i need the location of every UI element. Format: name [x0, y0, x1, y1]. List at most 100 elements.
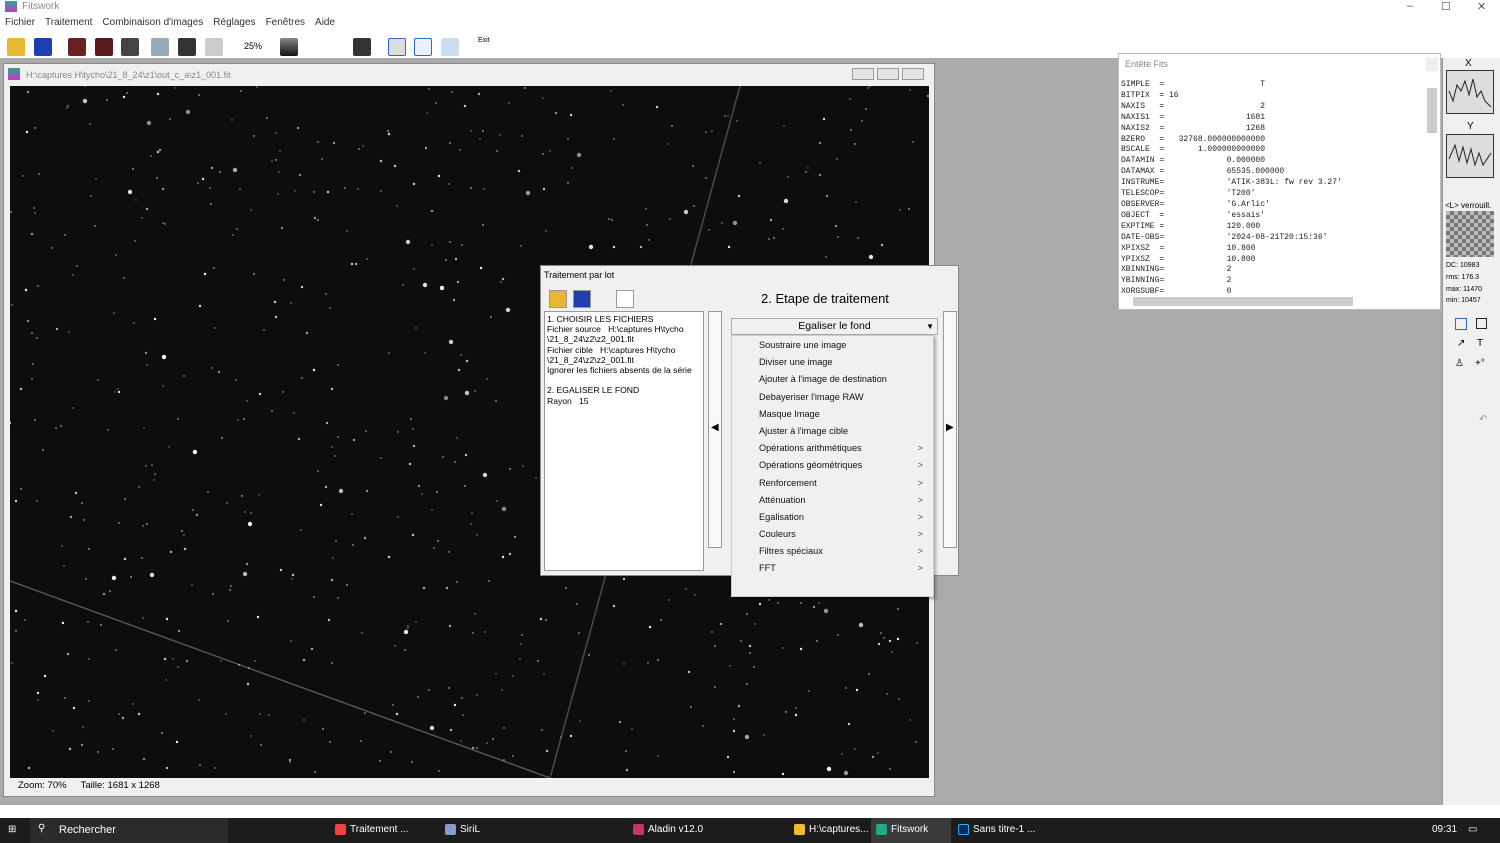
- app-title: Fitswork: [22, 1, 60, 12]
- fits-line: XBINNING= 2: [1121, 265, 1232, 275]
- prev-step-button[interactable]: ◀: [708, 311, 722, 548]
- stamp-tool-icon[interactable]: ♙: [1455, 358, 1464, 369]
- save-icon[interactable]: [34, 38, 52, 56]
- pick-tool-icon[interactable]: ↗: [1457, 338, 1465, 349]
- y-profile-plot: [1446, 134, 1494, 178]
- submenu-arrow-icon: >: [917, 563, 923, 574]
- chrome-icon: [335, 824, 346, 835]
- fits-header-window: Entête Fits SIMPLE = T BITPIX = 16 NAXIS…: [1118, 53, 1441, 310]
- rotate-icon[interactable]: [121, 38, 139, 56]
- menu-fichier[interactable]: Fichier: [5, 17, 35, 32]
- dropdown-item[interactable]: Renforcement >: [732, 475, 933, 492]
- point-tool-icon[interactable]: +°: [1475, 358, 1485, 369]
- exit-button[interactable]: Exit: [478, 37, 490, 44]
- fits-line: XORGSUBF= 0: [1121, 287, 1232, 297]
- taskbar-app-aladin[interactable]: Aladin v12.0: [633, 824, 703, 835]
- image-tool-icon[interactable]: [1455, 318, 1467, 330]
- search-box[interactable]: ⚲ Rechercher: [30, 818, 228, 843]
- image-minimize-button[interactable]: [852, 68, 874, 80]
- fits-line: DATAMIN = 0.000000: [1121, 156, 1266, 166]
- dropdown-item[interactable]: Debayeriser l'image RAW: [732, 389, 933, 406]
- horizontal-scrollbar[interactable]: [1133, 297, 1353, 306]
- crop-icon[interactable]: [205, 38, 223, 56]
- tools-icon[interactable]: [441, 38, 459, 56]
- max-value: max: 11470: [1446, 286, 1483, 293]
- copy-icon[interactable]: [151, 38, 169, 56]
- fits-header-text: SIMPLE = T BITPIX = 16 NAXIS = 2 NAXIS1 …: [1121, 80, 1342, 298]
- undo-icon[interactable]: ↶: [1479, 414, 1487, 425]
- siril-icon: [445, 824, 456, 835]
- app-label: H:\captures...: [809, 824, 869, 835]
- menu-reglages[interactable]: Réglages: [213, 17, 255, 32]
- start-button[interactable]: ⊞: [8, 824, 16, 835]
- dropdown-item[interactable]: Couleurs >: [732, 526, 933, 543]
- clock[interactable]: 09:31: [1432, 824, 1457, 835]
- min-value: min: 10457: [1446, 297, 1481, 304]
- mirror-h-icon[interactable]: [68, 38, 86, 56]
- fitswork-icon: [876, 824, 887, 835]
- submenu-arrow-icon: >: [917, 546, 923, 557]
- close-button[interactable]: ✕: [1477, 0, 1486, 13]
- paste-icon[interactable]: [178, 38, 196, 56]
- dialog-title: Traitement par lot: [544, 270, 615, 280]
- steps-list[interactable]: 1. CHOISIR LES FICHIERS Fichier source H…: [544, 311, 704, 571]
- item-label: Atténuation: [759, 494, 806, 505]
- menu-traitement[interactable]: Traitement: [45, 17, 92, 32]
- curve-icon[interactable]: [414, 38, 432, 56]
- dropdown-item[interactable]: Atténuation >: [732, 492, 933, 509]
- menu-fenetres[interactable]: Fenêtres: [266, 17, 305, 32]
- open-list-button[interactable]: [549, 290, 567, 308]
- taskbar-app-fitswork[interactable]: Fitswork: [871, 818, 951, 843]
- fits-close-button[interactable]: [1426, 58, 1438, 71]
- zoom-button[interactable]: 25%: [244, 41, 262, 51]
- dropdown-item[interactable]: Masque Image: [732, 406, 933, 423]
- image-close-button[interactable]: [902, 68, 924, 80]
- rms-value: rms: 176.3: [1446, 274, 1480, 281]
- lock-label: <L> verrouill.: [1445, 201, 1492, 210]
- search-placeholder: Rechercher: [59, 824, 116, 836]
- taskbar-app-siril[interactable]: SiriL: [445, 824, 480, 835]
- minimize-button[interactable]: –: [1407, 0, 1413, 12]
- new-list-button[interactable]: [616, 290, 634, 308]
- dc-value: DC: 10983: [1446, 262, 1480, 269]
- next-step-button[interactable]: ▶: [943, 311, 957, 548]
- dropdown-item[interactable]: Soustraire une image: [732, 337, 933, 354]
- open-icon[interactable]: [7, 38, 25, 56]
- dropdown-item[interactable]: Egalisation >: [732, 509, 933, 526]
- rectangle-tool-icon[interactable]: [1476, 318, 1487, 329]
- histogram-icon[interactable]: [388, 38, 406, 56]
- menu-combinaison[interactable]: Combinaison d'images: [102, 17, 203, 32]
- submenu-arrow-icon: >: [917, 443, 923, 454]
- photoshop-icon: [958, 824, 969, 835]
- dropdown-item[interactable]: Ajouter à l'image de destination: [732, 371, 933, 388]
- fits-title: Entête Fits: [1125, 59, 1169, 69]
- levels-icon[interactable]: [280, 38, 298, 56]
- pixel-zoom-view: [1446, 211, 1494, 257]
- menu-aide[interactable]: Aide: [315, 17, 335, 32]
- dropdown-item[interactable]: Opérations arithmétiques >: [732, 440, 933, 457]
- x-profile-label: X: [1465, 58, 1472, 69]
- notifications-icon[interactable]: ▭: [1468, 824, 1477, 835]
- maximize-button[interactable]: ☐: [1441, 0, 1451, 13]
- text-tool-icon[interactable]: T: [1477, 338, 1483, 349]
- item-label: Egalisation: [759, 511, 804, 522]
- fits-line: XPIXSZ = 10.800: [1121, 243, 1256, 253]
- dropdown-item[interactable]: Opérations géométriques >: [732, 457, 933, 474]
- dropdown-item[interactable]: Diviser une image: [732, 354, 933, 371]
- taskbar-app-chrome[interactable]: Traitement ...: [335, 824, 409, 835]
- dropdown-item[interactable]: Filtres spéciaux >: [732, 543, 933, 560]
- mirror-v-icon[interactable]: [95, 38, 113, 56]
- item-label: Couleurs: [759, 529, 796, 540]
- x-profile-plot: [1446, 70, 1494, 114]
- item-label: Renforcement: [759, 477, 817, 488]
- save-list-button[interactable]: [573, 290, 591, 308]
- dropdown-item[interactable]: FFT >: [732, 560, 933, 577]
- star-icon[interactable]: [353, 38, 371, 56]
- taskbar-app-photoshop[interactable]: Sans titre-1 ...: [958, 824, 1035, 835]
- taskbar-app-explorer[interactable]: H:\captures...: [794, 824, 868, 835]
- dropdown-item[interactable]: Ajuster à l'image cible: [732, 423, 933, 440]
- vertical-scrollbar[interactable]: [1427, 88, 1437, 133]
- step-type-select[interactable]: Egaliser le fond ▼: [731, 318, 938, 335]
- item-label: Opérations géométriques: [759, 460, 863, 471]
- image-restore-button[interactable]: [877, 68, 899, 80]
